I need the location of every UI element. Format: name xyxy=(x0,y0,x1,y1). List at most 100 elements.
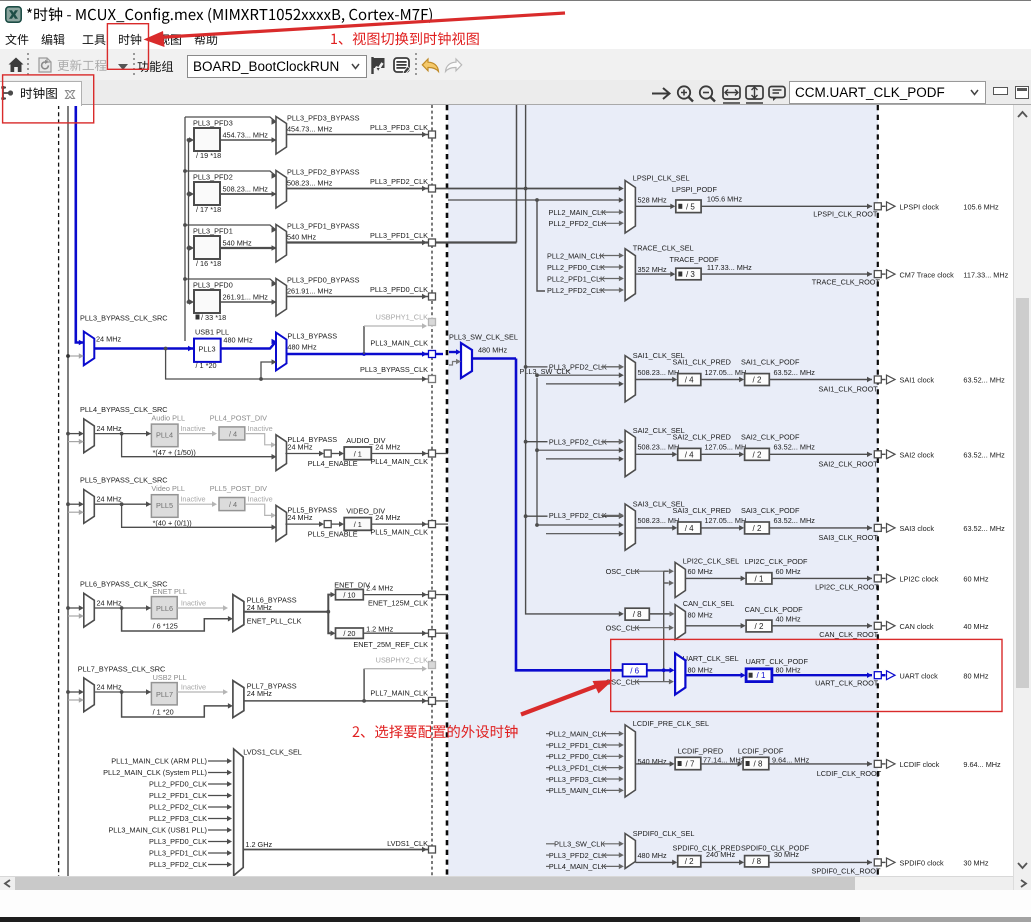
svg-text:LPI2C clock: LPI2C clock xyxy=(900,575,939,584)
svg-text:/ 4: / 4 xyxy=(685,450,694,459)
svg-text:9.64... MHz: 9.64... MHz xyxy=(963,760,1001,769)
svg-text:24 MHz: 24 MHz xyxy=(247,603,272,612)
svg-text:480 MHz: 480 MHz xyxy=(638,851,668,860)
svg-text:ENET PLL: ENET PLL xyxy=(153,587,187,596)
svg-text:/ 1 *20: / 1 *20 xyxy=(153,708,174,717)
svg-text:/ 6: / 6 xyxy=(630,666,639,675)
svg-text:2.4 MHz: 2.4 MHz xyxy=(366,584,394,593)
svg-text:PLL5_MAIN_CLK: PLL5_MAIN_CLK xyxy=(370,528,428,537)
svg-text:508.23... MHz: 508.23... MHz xyxy=(287,179,333,188)
svg-text:Inactive: Inactive xyxy=(180,424,205,433)
svg-text:LPSPI_CLK_SEL: LPSPI_CLK_SEL xyxy=(633,174,690,183)
svg-text:60 MHz: 60 MHz xyxy=(963,575,988,584)
svg-text:PLL2_MAIN_CLK: PLL2_MAIN_CLK xyxy=(549,208,607,217)
svg-text:PLL5_MAIN_CLK: PLL5_MAIN_CLK xyxy=(549,786,607,795)
svg-text:PLL3: PLL3 xyxy=(199,345,216,354)
svg-text:Inactive: Inactive xyxy=(180,495,205,504)
svg-text:261.91... MHz: 261.91... MHz xyxy=(287,287,333,296)
svg-text:40 MHz: 40 MHz xyxy=(776,614,801,623)
svg-text:UART_CLK_PODF: UART_CLK_PODF xyxy=(746,657,809,666)
svg-text:PLL1_MAIN_CLK (ARM PLL): PLL1_MAIN_CLK (ARM PLL) xyxy=(111,757,207,766)
svg-text:PLL5_POST_DIV: PLL5_POST_DIV xyxy=(210,484,267,493)
svg-text:117.33... MHz: 117.33... MHz xyxy=(707,263,752,272)
svg-text:/ 8: / 8 xyxy=(633,610,642,619)
svg-text:63.52... MHz: 63.52... MHz xyxy=(774,516,816,525)
svg-text:PLL3_PFD1_CLK: PLL3_PFD1_CLK xyxy=(370,231,428,240)
svg-text:ENET_25M_REF_CLK: ENET_25M_REF_CLK xyxy=(353,640,428,649)
svg-text:ENET_DIV: ENET_DIV xyxy=(334,581,370,590)
svg-text:105.6 MHz: 105.6 MHz xyxy=(707,195,743,204)
svg-text:SAI1_CLK_ROOT: SAI1_CLK_ROOT xyxy=(819,385,879,394)
svg-text:USB2 PLL: USB2 PLL xyxy=(153,673,187,682)
svg-text:540 MHz: 540 MHz xyxy=(287,233,317,242)
svg-text:80 MHz: 80 MHz xyxy=(963,671,988,680)
svg-text:/ 16 *18: / 16 *18 xyxy=(196,259,221,268)
svg-text:PLL3_PFD2_BYPASS: PLL3_PFD2_BYPASS xyxy=(287,168,360,177)
svg-text:PLL2_PFD0_CLK: PLL2_PFD0_CLK xyxy=(149,780,207,789)
svg-text:SPDIF0_CLK_SEL: SPDIF0_CLK_SEL xyxy=(633,829,695,838)
svg-text:PLL2_PFD3_CLK: PLL2_PFD3_CLK xyxy=(149,814,207,823)
svg-text:24 MHz: 24 MHz xyxy=(97,599,122,608)
svg-text:PLL7: PLL7 xyxy=(156,690,173,699)
svg-text:TRACE_CLK_SEL: TRACE_CLK_SEL xyxy=(633,243,694,252)
svg-text:SAI1 clock: SAI1 clock xyxy=(900,376,935,385)
svg-text:/ 1: / 1 xyxy=(757,671,766,680)
svg-text:/ 19 *18: / 19 *18 xyxy=(196,151,221,160)
svg-text:/ 1: / 1 xyxy=(755,574,764,583)
svg-text:PLL3_BYPASS_CLK: PLL3_BYPASS_CLK xyxy=(360,365,428,374)
svg-text:528 MHz: 528 MHz xyxy=(638,196,668,205)
svg-text:508.23... MH: 508.23... MH xyxy=(638,516,680,525)
svg-text:TRACE_CLK_ROOT: TRACE_CLK_ROOT xyxy=(812,277,881,286)
svg-text:261.91... MHz: 261.91... MHz xyxy=(223,293,269,302)
svg-text:/ 2: / 2 xyxy=(753,376,762,385)
svg-text:PLL3_PFD2_CLK: PLL3_PFD2_CLK xyxy=(370,177,428,186)
svg-text:PLL2_PFD2_CLK: PLL2_PFD2_CLK xyxy=(149,803,207,812)
svg-text:40 MHz: 40 MHz xyxy=(963,622,988,631)
svg-text:SAI1_CLK_PRED: SAI1_CLK_PRED xyxy=(673,358,731,367)
svg-text:63.52... MHz: 63.52... MHz xyxy=(963,376,1005,385)
svg-text:LPSPI clock: LPSPI clock xyxy=(900,203,940,212)
svg-text:PLL2_PFD1_CLK: PLL2_PFD1_CLK xyxy=(547,274,605,283)
svg-text:63.52... MHz: 63.52... MHz xyxy=(963,451,1005,460)
svg-text:PLL3_PFD2_CLK: PLL3_PFD2_CLK xyxy=(149,860,207,869)
svg-text:PLL3_PFD0_CLK: PLL3_PFD0_CLK xyxy=(370,285,428,294)
svg-text:LCDIF clock: LCDIF clock xyxy=(900,760,940,769)
svg-text:SAI2_CLK_ROOT: SAI2_CLK_ROOT xyxy=(819,459,879,468)
svg-text:PLL2_PFD1_CLK: PLL2_PFD1_CLK xyxy=(149,791,207,800)
svg-text:PLL3_PFD2_CLK: PLL3_PFD2_CLK xyxy=(549,363,607,372)
svg-text:480 MHz: 480 MHz xyxy=(478,346,508,355)
svg-text:SAI3 clock: SAI3 clock xyxy=(900,524,935,533)
svg-text:24 MHz: 24 MHz xyxy=(96,335,121,344)
svg-text:CAN clock: CAN clock xyxy=(900,622,934,631)
svg-text:117.33... MHz: 117.33... MHz xyxy=(963,270,1008,279)
svg-text:352 MHz: 352 MHz xyxy=(638,265,668,274)
svg-text:PLL3_BYPASS_CLK_SRC: PLL3_BYPASS_CLK_SRC xyxy=(80,314,167,323)
svg-text:PLL3_MAIN_CLK (USB1 PLL): PLL3_MAIN_CLK (USB1 PLL) xyxy=(108,826,207,835)
svg-text:UART clock: UART clock xyxy=(900,671,939,680)
svg-text:PLL3_SW_CLK: PLL3_SW_CLK xyxy=(554,840,605,849)
svg-text:/ 4: / 4 xyxy=(229,500,237,509)
svg-text:240 MHz: 240 MHz xyxy=(706,850,736,859)
svg-text:80 MHz: 80 MHz xyxy=(688,610,713,619)
svg-text:540 MHz: 540 MHz xyxy=(223,239,253,248)
svg-text:/ 1 *20: / 1 *20 xyxy=(196,361,217,370)
svg-text:PLL3_PFD1: PLL3_PFD1 xyxy=(193,227,233,236)
svg-text:/ 3: / 3 xyxy=(686,270,695,279)
svg-text:PLL5: PLL5 xyxy=(156,501,173,510)
svg-text:PLL3_BYPASS: PLL3_BYPASS xyxy=(287,332,337,341)
svg-text:*(40 + (0/1)): *(40 + (0/1)) xyxy=(153,519,192,528)
svg-text:/ 20: / 20 xyxy=(343,629,355,638)
svg-text:ENET_125M_CLK: ENET_125M_CLK xyxy=(368,599,428,608)
svg-text:PLL7_MAIN_CLK: PLL7_MAIN_CLK xyxy=(370,689,428,698)
svg-text:508.23... MHz: 508.23... MHz xyxy=(223,185,269,194)
svg-text:CAN_CLK_ROOT: CAN_CLK_ROOT xyxy=(819,630,878,639)
svg-text:PLL3_PFD2: PLL3_PFD2 xyxy=(193,173,233,182)
svg-text:9.64... MHz: 9.64... MHz xyxy=(772,755,810,764)
svg-text:24 MHz: 24 MHz xyxy=(247,689,272,698)
svg-text:LPI2C_CLK_SEL: LPI2C_CLK_SEL xyxy=(683,556,739,565)
svg-text:/ 2: / 2 xyxy=(753,524,762,533)
svg-text:127.05... MH: 127.05... MH xyxy=(705,443,747,452)
svg-text:PLL3_PFD0_CLK: PLL3_PFD0_CLK xyxy=(149,837,207,846)
svg-text:/ 2: / 2 xyxy=(753,450,762,459)
svg-text:SPDIF0_CLK_ROOT: SPDIF0_CLK_ROOT xyxy=(812,867,881,876)
